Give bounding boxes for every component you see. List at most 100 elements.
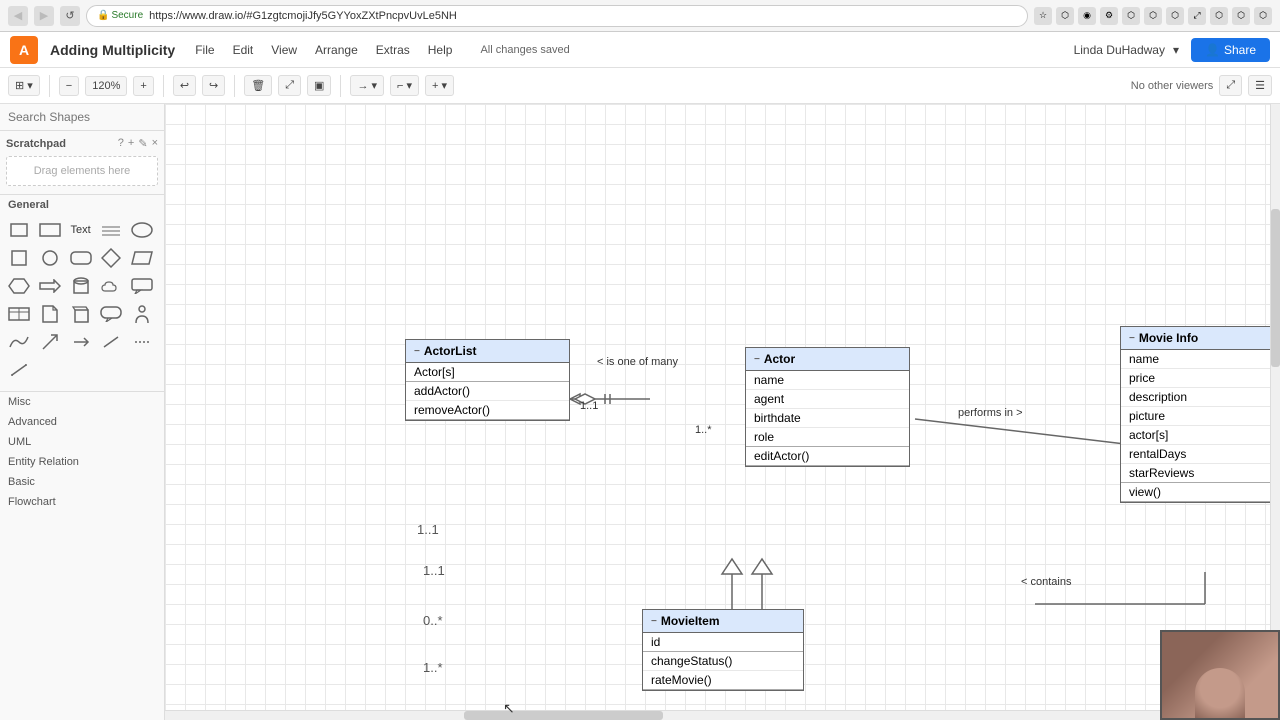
sidebar-category-basic[interactable]: Basic bbox=[0, 472, 164, 492]
actor-box[interactable]: − Actor name agent birthdate role editAc… bbox=[745, 347, 910, 467]
actorlist-box[interactable]: − ActorList Actor[s] addActor() removeAc… bbox=[405, 339, 570, 421]
zoom-in-button[interactable]: + bbox=[133, 76, 153, 96]
sidebar-category-misc[interactable]: Misc bbox=[0, 392, 164, 412]
shape-callout[interactable] bbox=[129, 273, 155, 299]
movieinfo-attr-5: rentalDays bbox=[1121, 445, 1279, 464]
connection-style-button[interactable]: → ▾ bbox=[350, 75, 384, 96]
shape-curve[interactable] bbox=[6, 329, 32, 355]
shape-page[interactable] bbox=[37, 301, 63, 327]
sidebar-category-uml[interactable]: UML bbox=[0, 432, 164, 452]
ext8-icon[interactable]: ⬡ bbox=[1254, 7, 1272, 25]
scratchpad-add-icon[interactable]: + bbox=[128, 137, 134, 150]
movieinfo-box[interactable]: − Movie Info name price description pict… bbox=[1120, 326, 1280, 503]
menu-view[interactable]: View bbox=[263, 40, 305, 60]
app-title: Adding Multiplicity bbox=[50, 42, 175, 58]
shape-rect-outline[interactable] bbox=[37, 217, 63, 243]
star-icon[interactable]: ☆ bbox=[1034, 7, 1052, 25]
shape-cylinder[interactable] bbox=[68, 273, 94, 299]
delete-button[interactable]: 🗑 bbox=[244, 75, 272, 96]
shape-line[interactable] bbox=[98, 329, 124, 355]
zoom-out-button[interactable]: − bbox=[59, 76, 79, 96]
scratchpad-close-icon[interactable]: × bbox=[152, 137, 158, 150]
actor-attr-3: role bbox=[746, 428, 909, 446]
shape-circle[interactable] bbox=[37, 245, 63, 271]
shape-rect-rounded[interactable] bbox=[68, 245, 94, 271]
menu-arrange[interactable]: Arrange bbox=[307, 40, 366, 60]
scratchpad-help-icon[interactable]: ? bbox=[118, 137, 124, 150]
ext6-icon[interactable]: ⬡ bbox=[1210, 7, 1228, 25]
scratchpad-section: Scratchpad ? + ✎ × Drag elements here bbox=[0, 131, 164, 195]
shape-hexagon[interactable] bbox=[6, 273, 32, 299]
shape-square-outline[interactable] bbox=[6, 217, 32, 243]
sidebar-category-flowchart[interactable]: Flowchart bbox=[0, 492, 164, 512]
movieinfo-attr-4: actor[s] bbox=[1121, 426, 1279, 445]
horizontal-scrollbar[interactable] bbox=[165, 710, 1160, 720]
browser-bar: ◀ ▶ ↺ 🔒 Secure https://www.draw.io/#G1zg… bbox=[0, 0, 1280, 32]
ext5-icon[interactable]: ⬡ bbox=[1166, 7, 1184, 25]
redo-button[interactable]: ↪ bbox=[202, 75, 225, 96]
ext3-icon[interactable]: ⬡ bbox=[1122, 7, 1140, 25]
panel-toggle[interactable]: ☰ bbox=[1248, 75, 1272, 96]
movieitem-method-1: rateMovie() bbox=[643, 671, 803, 689]
shape-table[interactable] bbox=[6, 301, 32, 327]
user-info: Linda DuHadway ▾ bbox=[1074, 43, 1179, 57]
ext2-icon[interactable]: ◉ bbox=[1078, 7, 1096, 25]
actorlist-method-1: removeActor() bbox=[406, 401, 569, 419]
fullscreen-icon[interactable]: ⤢ bbox=[1188, 7, 1206, 25]
shape-arrow-up-right[interactable] bbox=[37, 329, 63, 355]
shape-text[interactable]: Text bbox=[68, 217, 94, 243]
shape-vert-line[interactable] bbox=[6, 357, 32, 383]
shape-diamond[interactable] bbox=[98, 245, 124, 271]
shape-dashed-line[interactable] bbox=[129, 329, 155, 355]
undo-button[interactable]: ↩ bbox=[173, 75, 196, 96]
menu-extras[interactable]: Extras bbox=[368, 40, 418, 60]
movieitem-box[interactable]: − MovieItem id changeStatus() rateMovie(… bbox=[642, 609, 804, 691]
user-dropdown-icon[interactable]: ▾ bbox=[1173, 43, 1179, 57]
zoom-level-display[interactable]: 120% bbox=[85, 76, 127, 96]
fullscreen-toggle[interactable]: ⤢ bbox=[1219, 75, 1242, 96]
actor-minimize-icon[interactable]: − bbox=[754, 354, 760, 365]
shape-person[interactable] bbox=[129, 301, 155, 327]
refresh-button[interactable]: ↺ bbox=[60, 6, 80, 26]
shape-ellipse[interactable] bbox=[129, 217, 155, 243]
shape-arrow-right[interactable] bbox=[37, 273, 63, 299]
shape-arrow-right-2[interactable] bbox=[68, 329, 94, 355]
shape-speech-bubble[interactable] bbox=[98, 301, 124, 327]
movieitem-title: MovieItem bbox=[661, 614, 720, 628]
sidebar-category-entity-relation[interactable]: Entity Relation bbox=[0, 452, 164, 472]
save-status: All changes saved bbox=[480, 44, 569, 56]
shape-parallelogram[interactable] bbox=[129, 245, 155, 271]
ext4-icon[interactable]: ⬡ bbox=[1144, 7, 1162, 25]
movieitem-minimize-icon[interactable]: − bbox=[651, 616, 657, 627]
sidebar-category-advanced[interactable]: Advanced bbox=[0, 412, 164, 432]
insert-button[interactable]: + ▾ bbox=[425, 75, 454, 96]
shape-cloud[interactable] bbox=[98, 273, 124, 299]
h-scroll-thumb[interactable] bbox=[464, 711, 663, 720]
vertical-scrollbar[interactable] bbox=[1270, 104, 1280, 630]
back-button[interactable]: ◀ bbox=[8, 6, 28, 26]
to-front-button[interactable]: ⤢ bbox=[278, 75, 301, 96]
settings-icon[interactable]: ⚙ bbox=[1100, 7, 1118, 25]
to-back-button[interactable]: ▣ bbox=[307, 75, 331, 96]
movieinfo-minimize-icon[interactable]: − bbox=[1129, 333, 1135, 344]
actorlist-minimize-icon[interactable]: − bbox=[414, 346, 420, 357]
canvas-area[interactable]: − ActorList Actor[s] addActor() removeAc… bbox=[165, 104, 1280, 720]
movieinfo-attr-1: price bbox=[1121, 369, 1279, 388]
v-scroll-thumb[interactable] bbox=[1271, 209, 1280, 367]
forward-button[interactable]: ▶ bbox=[34, 6, 54, 26]
shape-lines[interactable] bbox=[98, 217, 124, 243]
scratchpad-edit-icon[interactable]: ✎ bbox=[138, 137, 147, 150]
share-button[interactable]: 👤 Share bbox=[1191, 38, 1270, 62]
view-toggle-button[interactable]: ⊞ ▾ bbox=[8, 75, 40, 96]
shape-square-fill[interactable] bbox=[6, 245, 32, 271]
search-input[interactable] bbox=[8, 110, 163, 124]
menu-file[interactable]: File bbox=[187, 40, 222, 60]
menu-help[interactable]: Help bbox=[420, 40, 461, 60]
menu-edit[interactable]: Edit bbox=[225, 40, 262, 60]
ext7-icon[interactable]: ⬡ bbox=[1232, 7, 1250, 25]
shape-box-3d[interactable] bbox=[68, 301, 94, 327]
waypoint-button[interactable]: ⌐ ▾ bbox=[390, 75, 419, 96]
scratchpad-label: Scratchpad bbox=[6, 138, 66, 150]
url-bar[interactable]: 🔒 Secure https://www.draw.io/#G1zgtcmoji… bbox=[86, 5, 1028, 27]
ext1-icon[interactable]: ⬡ bbox=[1056, 7, 1074, 25]
